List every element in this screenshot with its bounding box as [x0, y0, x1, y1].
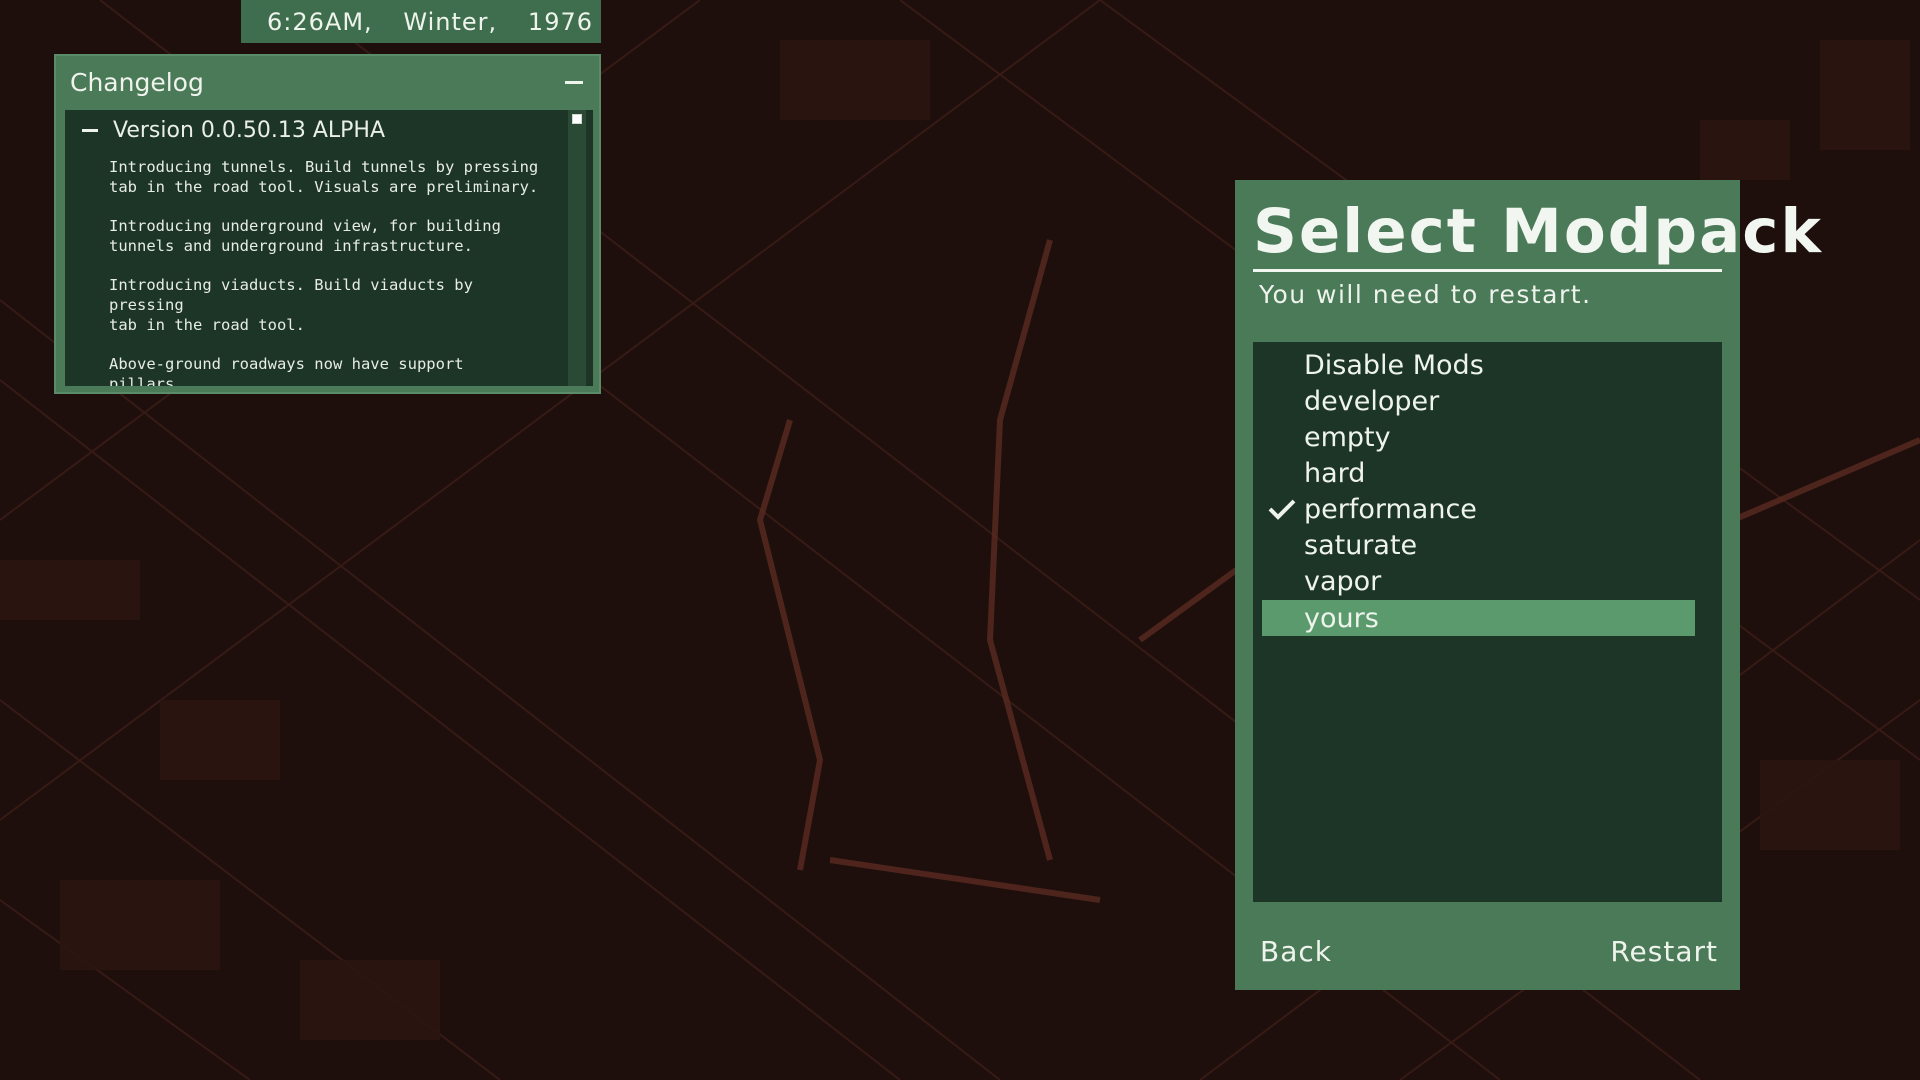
modpack-option-label: developer: [1304, 385, 1440, 417]
modpack-option-developer[interactable]: developer: [1262, 383, 1695, 419]
check-slot: [1262, 498, 1302, 520]
modpack-option-label: hard: [1304, 457, 1366, 489]
version-header[interactable]: Version 0.0.50.13 ALPHA: [65, 110, 593, 143]
scrollbar-thumb[interactable]: [572, 114, 582, 124]
modpack-option-disable-mods[interactable]: Disable Mods: [1262, 347, 1695, 383]
collapse-version-toggle[interactable]: [79, 120, 101, 142]
modpack-option-label: performance: [1304, 493, 1477, 525]
release-notes: Introducing tunnels. Build tunnels by pr…: [109, 157, 539, 386]
game-clock: 6:26AM, Winter, 1976: [241, 0, 601, 43]
modpack-option-label: vapor: [1304, 565, 1382, 597]
modpack-option-hard[interactable]: hard: [1262, 455, 1695, 491]
modpack-option-vapor[interactable]: vapor: [1262, 563, 1695, 599]
select-modpack-dialog: Select Modpack You will need to restart.…: [1235, 180, 1821, 990]
dialog-subtitle: You will need to restart.: [1259, 280, 1592, 309]
minimize-button[interactable]: [563, 71, 585, 93]
release-note: Introducing tunnels. Build tunnels by pr…: [109, 158, 539, 196]
changelog-content[interactable]: Version 0.0.50.13 ALPHA Introducing tunn…: [65, 110, 593, 386]
release-note: Introducing underground view, for buildi…: [109, 217, 501, 255]
modpack-option-label: saturate: [1304, 529, 1418, 561]
minus-icon: [82, 129, 98, 132]
dialog-title: Select Modpack: [1253, 196, 1823, 267]
release-note: Above-ground roadways now have support p…: [109, 355, 464, 386]
modpack-option-label: Disable Mods: [1304, 349, 1484, 381]
release-note: Introducing viaducts. Build viaducts by …: [109, 276, 473, 334]
modpack-option-yours[interactable]: yours: [1262, 600, 1695, 636]
title-divider: [1253, 269, 1722, 272]
clock-time: 6:26AM,: [267, 7, 373, 36]
clock-year: 1976: [527, 7, 593, 36]
modpack-list[interactable]: Disable Mods developer empty hard perfor…: [1253, 342, 1722, 902]
restart-button[interactable]: Restart: [1610, 935, 1718, 968]
modpack-option-label: yours: [1304, 602, 1379, 634]
checkmark-icon: [1268, 499, 1296, 520]
changelog-title: Changelog: [70, 67, 204, 97]
modpack-option-performance[interactable]: performance: [1262, 491, 1695, 527]
modpack-option-label: empty: [1304, 421, 1391, 453]
minus-icon: [565, 80, 583, 84]
clock-season: Winter,: [403, 7, 498, 36]
version-label: Version 0.0.50.13 ALPHA: [113, 118, 386, 143]
changelog-panel: Changelog Version 0.0.50.13 ALPHA Introd…: [54, 54, 601, 394]
back-button[interactable]: Back: [1260, 935, 1332, 968]
modpack-option-empty[interactable]: empty: [1262, 419, 1695, 455]
changelog-header: Changelog: [56, 56, 599, 108]
modpack-option-saturate[interactable]: saturate: [1262, 527, 1695, 563]
changelog-scrollbar[interactable]: [568, 110, 586, 386]
